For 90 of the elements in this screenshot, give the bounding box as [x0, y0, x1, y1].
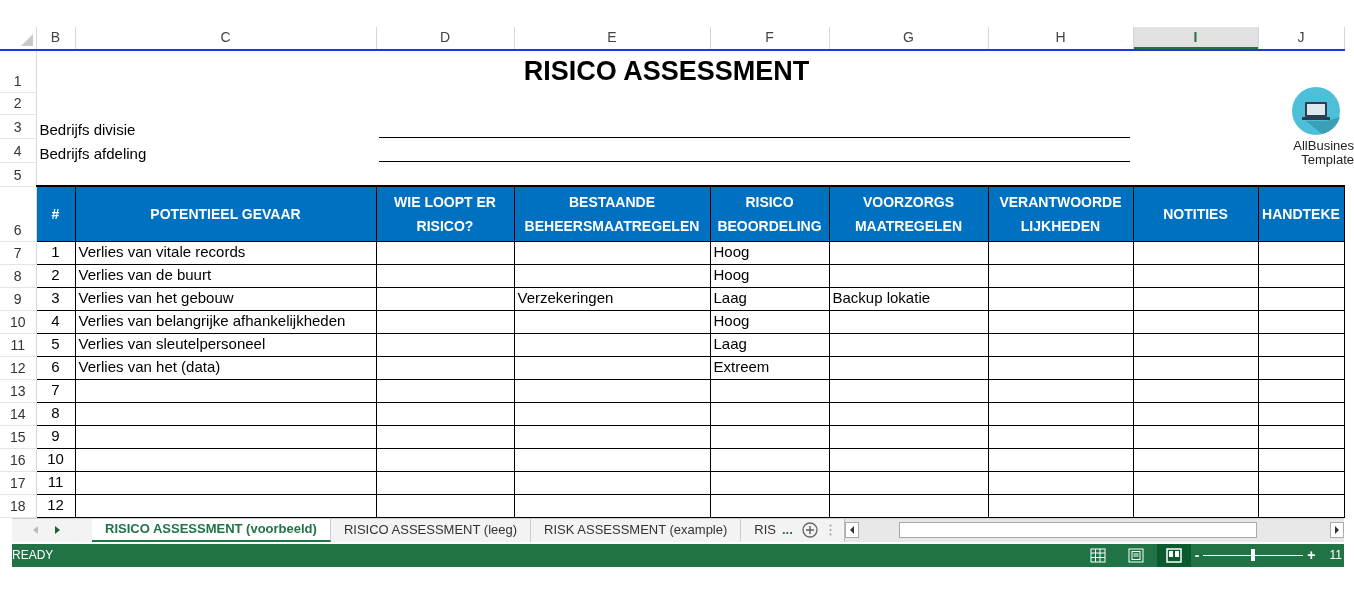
- column-header[interactable]: C: [75, 27, 376, 50]
- column-heading: WIE LOOPT ER RISICO?: [376, 186, 514, 241]
- column-heading: RISICO BEOORDELING: [710, 186, 829, 241]
- sheet-tab[interactable]: RIS: [741, 518, 778, 542]
- table-cell: Laag: [710, 333, 829, 356]
- page-icon: [1127, 547, 1144, 563]
- column-heading: VOORZORGS MAATREGELEN: [829, 186, 988, 241]
- table-cell: 11: [36, 471, 75, 494]
- sheet-tab[interactable]: RISICO ASSESSMENT (leeg): [330, 518, 532, 542]
- row-number[interactable]: 10: [0, 310, 36, 333]
- right-arrow-icon: [1335, 526, 1339, 534]
- column-heading: POTENTIEEL GEVAAR: [75, 186, 376, 241]
- sheet-tab[interactable]: RISICO ASSESSMENT (voorbeeld): [92, 518, 331, 542]
- table-cell: 9: [36, 425, 75, 448]
- row-number[interactable]: 13: [0, 379, 36, 402]
- column-heading: BESTAANDE BEHEERSMAATREGELEN: [514, 186, 710, 241]
- table-cell: Hoog: [710, 310, 829, 333]
- left-arrow-icon: [849, 526, 854, 534]
- table-cell: Verlies van vitale records: [75, 241, 376, 264]
- table-cell: Verlies van het gebouw: [75, 287, 376, 310]
- row-number[interactable]: 3: [0, 114, 36, 138]
- table-cell: 2: [36, 264, 75, 287]
- table-cell: 8: [36, 402, 75, 425]
- table-cell: Verlies van sleutelpersoneel: [75, 333, 376, 356]
- column-header[interactable]: E: [514, 27, 710, 50]
- table-cell: Hoog: [710, 241, 829, 264]
- splitter-icon[interactable]: [828, 524, 832, 536]
- field-label: Bedrijfs afdeling: [39, 144, 147, 162]
- scroll-left-button[interactable]: [844, 522, 859, 538]
- column-header[interactable]: B: [36, 27, 75, 50]
- table-cell: Verlies van het (data): [75, 356, 376, 379]
- logo-text: AllBusines: [1293, 139, 1354, 153]
- sheet-tab[interactable]: RISK ASSESSMENT (example): [531, 518, 742, 542]
- table-cell: Verlies van belangrijke afhankelijkheden: [75, 310, 376, 333]
- column-heading: HANDTEKE: [1258, 186, 1344, 241]
- table-cell: 4: [36, 310, 75, 333]
- table-cell: Extreem: [710, 356, 829, 379]
- table-cell: 3: [36, 287, 75, 310]
- row-number[interactable]: 4: [0, 138, 36, 162]
- zoom-out-button[interactable]: -: [1194, 544, 1200, 566]
- page-break-preview-button[interactable]: [1156, 543, 1191, 567]
- logo-text: Template: [1301, 153, 1354, 167]
- table-cell: 10: [36, 448, 75, 471]
- column-header[interactable]: H: [988, 27, 1133, 50]
- table-cell: Hoog: [710, 264, 829, 287]
- row-number[interactable]: 1: [0, 50, 36, 92]
- table-cell: 5: [36, 333, 75, 356]
- table-cell: Backup lokatie: [829, 287, 988, 310]
- status-text: READY: [12, 547, 54, 564]
- table-cell: 1: [36, 241, 75, 264]
- table-cell: Laag: [710, 287, 829, 310]
- scroll-right-button[interactable]: [1330, 522, 1344, 538]
- table-cell: 6: [36, 356, 75, 379]
- column-heading: #: [36, 186, 75, 241]
- scrollbar-thumb[interactable]: [898, 522, 1257, 538]
- grid-icon: [1089, 547, 1106, 563]
- row-number[interactable]: 16: [0, 448, 36, 471]
- row-number[interactable]: 6: [0, 186, 36, 241]
- table-cell: 7: [36, 379, 75, 402]
- row-number[interactable]: 9: [0, 287, 36, 310]
- table-cell: Verzekeringen: [514, 287, 710, 310]
- table-cell: 12: [36, 494, 75, 517]
- row-number[interactable]: 14: [0, 402, 36, 425]
- row-number[interactable]: 2: [0, 92, 36, 114]
- column-header[interactable]: G: [829, 27, 988, 50]
- zoom-percentage[interactable]: 11: [1329, 546, 1342, 564]
- table-cell: Verlies van de buurt: [75, 264, 376, 287]
- column-header[interactable]: I: [1133, 27, 1258, 50]
- row-number[interactable]: 7: [0, 241, 36, 264]
- column-header[interactable]: D: [376, 27, 514, 50]
- row-number[interactable]: 5: [0, 162, 36, 186]
- zoom-in-button[interactable]: +: [1307, 544, 1316, 566]
- row-number[interactable]: 12: [0, 356, 36, 379]
- row-number[interactable]: 15: [0, 425, 36, 448]
- zoom-slider-thumb[interactable]: [1251, 548, 1256, 561]
- row-number[interactable]: 8: [0, 264, 36, 287]
- plus-icon: [801, 522, 818, 538]
- page-break-icon: [1165, 547, 1182, 563]
- column-header[interactable]: F: [710, 27, 829, 50]
- field-label: Bedrijfs divisie: [39, 120, 136, 138]
- left-arrow-icon: [32, 526, 38, 534]
- right-arrow-icon: [54, 526, 60, 534]
- column-header[interactable]: J: [1258, 27, 1344, 50]
- row-number[interactable]: 17: [0, 471, 36, 494]
- column-heading: VERANTWOORDE LIJKHEDEN: [988, 186, 1133, 241]
- sheet-title: RISICO ASSESSMENT: [523, 55, 810, 86]
- column-heading: NOTITIES: [1133, 186, 1258, 241]
- more-tabs-indicator[interactable]: ...: [778, 520, 797, 540]
- row-number[interactable]: 11: [0, 333, 36, 356]
- row-number[interactable]: 18: [0, 494, 36, 517]
